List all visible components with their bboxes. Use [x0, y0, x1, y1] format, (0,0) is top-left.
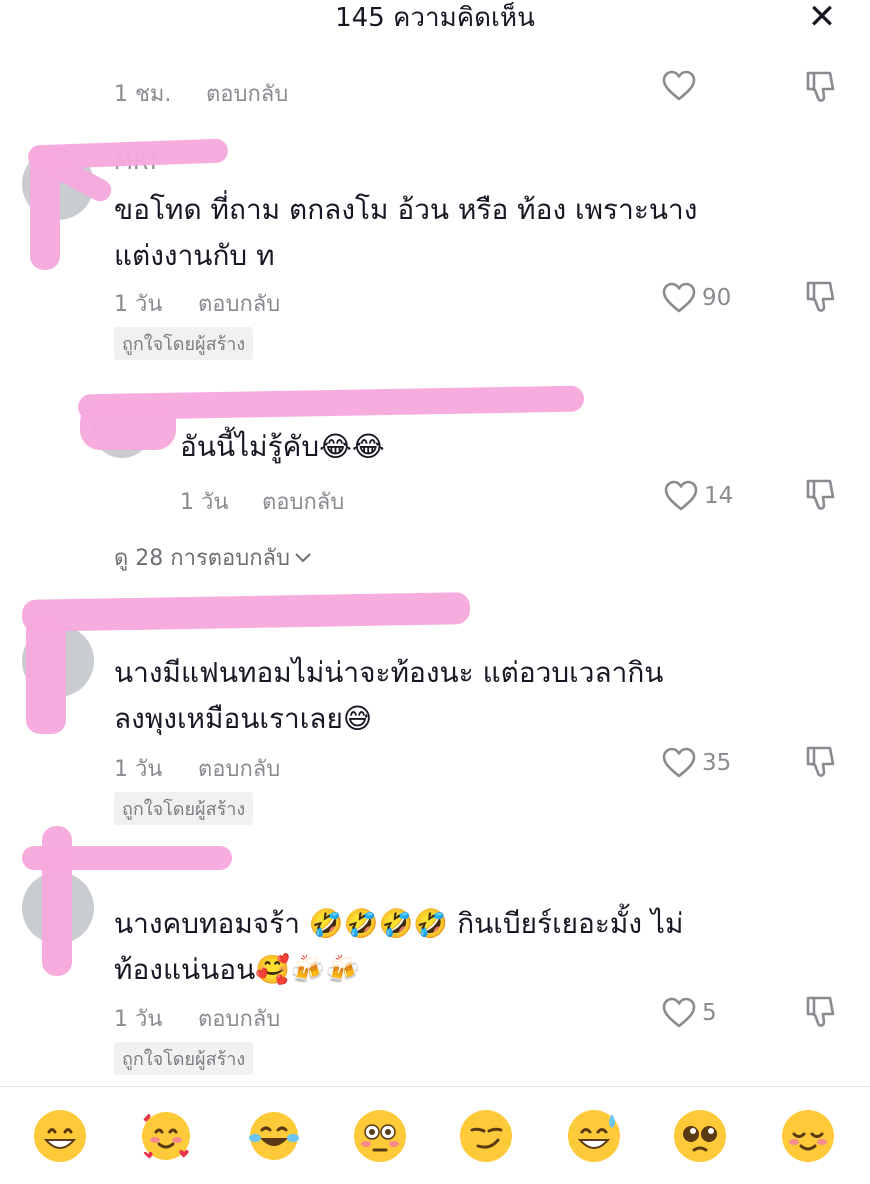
thumbs-down-icon	[806, 996, 835, 1027]
close-button[interactable]: ✕	[800, 0, 844, 36]
comment-1-reply-button[interactable]: ตอบกลับ	[198, 286, 280, 321]
creator-liked-badge: ถูกใจโดยผู้สร้าง	[114, 792, 254, 825]
redaction-mark	[26, 616, 66, 734]
comment-3-text-line2: ลงพุงเหมือนเราเลย😅	[114, 702, 373, 735]
view-more-replies-button[interactable]: ดู 28 การตอบกลับ	[114, 540, 312, 575]
comment-1-dislike-button[interactable]	[804, 280, 836, 314]
heart-icon	[662, 282, 696, 313]
comment-3-like-button[interactable]: 35	[662, 747, 731, 779]
comment-1-text: ขอโทด ที่ถาม ตกลงโม อ้วน หรือ ท้อง เพราะ…	[114, 187, 764, 279]
comment-4-like-count: 5	[702, 1000, 717, 1026]
comment-1-time: 1 วัน	[114, 292, 163, 317]
chevron-down-icon	[295, 552, 311, 562]
grin-emoji-icon[interactable]	[32, 1108, 88, 1164]
comment-2-reply-button[interactable]: ตอบกลับ	[262, 484, 344, 519]
redaction-mark	[21, 592, 471, 632]
comment-2-dislike-button[interactable]	[804, 478, 836, 512]
creator-liked-badge: ถูกใจโดยผู้สร้าง	[114, 327, 254, 360]
comment-3-text-line1: นางมีแฟนทอมไม่น่าจะท้องนะ แต่อวบเวลากิน	[114, 656, 664, 689]
comment-1-like-button[interactable]: 90	[662, 282, 731, 314]
smiling-face-with-hearts-icon[interactable]	[138, 1108, 194, 1164]
comment-4-time: 1 วัน	[114, 1007, 163, 1032]
emoji-quick-bar	[0, 1086, 870, 1184]
comment-0-time: 1 ชม.	[114, 82, 172, 107]
comment-3-like-count: 35	[702, 750, 732, 776]
thumbs-down-icon	[806, 479, 835, 510]
thumbs-down-icon	[806, 746, 835, 777]
comment-3-text: นางมีแฟนทอมไม่น่าจะท้องนะ แต่อวบเวลากิน …	[114, 650, 764, 742]
comment-0-reply-button[interactable]: ตอบกลับ	[206, 76, 288, 111]
heart-icon	[662, 997, 696, 1028]
relieved-emoji-icon[interactable]	[780, 1108, 836, 1164]
smirk-emoji-icon[interactable]	[458, 1108, 514, 1164]
thumbs-down-icon	[806, 71, 835, 102]
heart-icon	[662, 747, 696, 778]
comment-1-like-count: 90	[702, 285, 732, 311]
heart-icon	[664, 480, 698, 511]
sweat-smile-emoji-icon[interactable]	[566, 1108, 622, 1164]
comment-0-dislike-button[interactable]	[804, 70, 836, 104]
comment-3-reply-button[interactable]: ตอบกลับ	[198, 751, 280, 786]
comment-4-text-line1: นางคบทอมจร้า 🤣🤣🤣🤣 กินเบียร์เยอะมั้ง ไม่	[114, 907, 684, 940]
heart-icon	[662, 70, 696, 101]
comment-3-time: 1 วัน	[114, 757, 163, 782]
comment-2-text: อันนี้ไม่รู้คับ😂😂	[180, 424, 830, 470]
view-more-replies-label: ดู 28 การตอบกลับ	[114, 546, 290, 571]
creator-liked-badge: ถูกใจโดยผู้สร้าง	[114, 1042, 254, 1075]
redaction-mark	[80, 402, 176, 450]
comment-4-dislike-button[interactable]	[804, 995, 836, 1029]
comment-2-text-line1: อันนี้ไม่รู้คับ😂😂	[180, 430, 385, 463]
comment-4-like-button[interactable]: 5	[662, 997, 717, 1029]
pleading-emoji-icon[interactable]	[672, 1108, 728, 1164]
comment-4-text-line2: ท้องแน่นอน🥰🍻🍻	[114, 953, 360, 986]
comment-0-like-button[interactable]	[662, 70, 696, 102]
thumbs-down-icon	[806, 281, 835, 312]
comments-header-title: 145 ความคิดเห็น	[335, 3, 535, 33]
comment-2-like-button[interactable]: 14	[664, 480, 733, 512]
comment-1-text-line1: ขอโทด ที่ถาม ตกลงโม อ้วน หรือ ท้อง เพราะ…	[114, 193, 698, 226]
comment-1-text-line2: แต่งงานกับ ท	[114, 239, 275, 272]
comment-4-text: นางคบทอมจร้า 🤣🤣🤣🤣 กินเบียร์เยอะมั้ง ไม่ …	[114, 901, 764, 993]
comment-2-like-count: 14	[704, 483, 734, 509]
flushed-emoji-icon[interactable]	[352, 1108, 408, 1164]
comment-4-reply-button[interactable]: ตอบกลับ	[198, 1001, 280, 1036]
comment-3-dislike-button[interactable]	[804, 745, 836, 779]
redaction-mark	[42, 826, 72, 976]
tears-of-joy-emoji-icon[interactable]	[246, 1108, 302, 1164]
comment-2-time: 1 วัน	[180, 490, 229, 515]
